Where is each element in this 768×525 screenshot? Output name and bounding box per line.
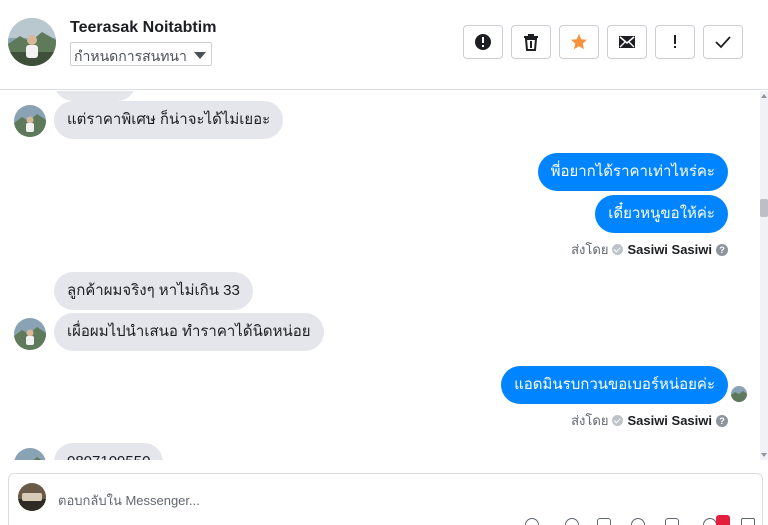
message-bubble-incoming[interactable]: แต่ราคาพิเศษ ก็น่าจะได้ไม่เยอะ xyxy=(54,101,284,139)
sent-by-agent[interactable]: Sasiwi Sasiwi xyxy=(627,242,712,257)
verified-check-icon xyxy=(612,415,624,426)
notification-icon[interactable] xyxy=(703,518,717,525)
caret-down-icon xyxy=(194,52,206,59)
message-bubble-partial xyxy=(54,91,136,101)
follow-up-button[interactable] xyxy=(655,25,695,59)
send-icon[interactable] xyxy=(741,518,755,525)
scroll-up-arrow-icon[interactable] xyxy=(761,94,767,98)
help-icon[interactable]: ? xyxy=(716,243,728,256)
mail-button[interactable] xyxy=(607,25,647,59)
help-icon[interactable]: ? xyxy=(716,414,728,427)
contact-avatar[interactable] xyxy=(8,18,56,66)
sent-by-label: ส่งโดย Sasiwi Sasiwi ? xyxy=(571,239,728,260)
seen-avatar xyxy=(731,386,747,402)
verified-check-icon xyxy=(612,244,624,255)
scroll-thumb[interactable] xyxy=(760,199,768,217)
star-icon xyxy=(571,34,587,50)
sent-by-agent[interactable]: Sasiwi Sasiwi xyxy=(627,413,712,428)
image-icon[interactable] xyxy=(597,518,611,525)
contact-avatar-small xyxy=(14,105,46,137)
saved-reply-icon[interactable] xyxy=(665,518,679,525)
reply-composer[interactable]: ตอบกลับใน Messenger... xyxy=(8,473,763,525)
trash-icon xyxy=(524,34,538,51)
conversation-header: Teerasak Noitabtim กำหนดการสนทนา xyxy=(0,0,768,90)
message-bubble-incoming[interactable]: 0807109550 xyxy=(54,443,164,460)
contact-avatar-small xyxy=(14,448,46,460)
checkmark-icon xyxy=(715,36,731,49)
done-button[interactable] xyxy=(703,25,743,59)
alert-circle-icon xyxy=(475,34,491,50)
exclamation-icon xyxy=(674,35,676,48)
message-bubble-incoming[interactable]: เผื่อผมไปนำเสนอ ทำราคาได้นิดหน่อย xyxy=(54,313,324,351)
contact-avatar-small xyxy=(14,318,46,350)
attach-icon[interactable] xyxy=(525,518,539,525)
conversation-label-select[interactable]: กำหนดการสนทนา xyxy=(70,42,212,66)
message-thread: แต่ราคาพิเศษ ก็น่าจะได้ไม่เยอะ พี่อยากได… xyxy=(0,91,760,460)
message-bubble-outgoing[interactable]: เดี๋ยวหนูขอให้ค่ะ xyxy=(595,195,728,233)
thread-scrollbar[interactable] xyxy=(760,91,768,460)
contact-name[interactable]: Teerasak Noitabtim xyxy=(70,19,216,37)
message-bubble-outgoing[interactable]: พี่อยากได้ราคาเท่าไหร่คะ xyxy=(537,153,728,191)
report-button[interactable] xyxy=(463,25,503,59)
composer-toolbar xyxy=(517,515,757,525)
delete-button[interactable] xyxy=(511,25,551,59)
emoji-icon[interactable] xyxy=(565,518,579,525)
envelope-icon xyxy=(619,36,635,48)
scroll-down-arrow-icon[interactable] xyxy=(761,453,767,457)
page-avatar xyxy=(18,483,46,511)
sent-by-prefix: ส่งโดย xyxy=(571,242,609,257)
message-bubble-outgoing[interactable]: แอดมินรบกวนขอเบอร์หน่อยค่ะ xyxy=(501,366,728,404)
sent-by-label: ส่งโดย Sasiwi Sasiwi ? xyxy=(571,410,728,431)
reply-input-placeholder[interactable]: ตอบกลับใน Messenger... xyxy=(58,490,200,511)
label-select-value: กำหนดการสนทนา xyxy=(74,48,187,64)
star-button[interactable] xyxy=(559,25,599,59)
clock-icon[interactable] xyxy=(631,518,645,525)
notification-dot-icon xyxy=(716,515,730,525)
message-bubble-incoming[interactable]: ลูกค้าผมจริงๆ หาไม่เกิน 33 xyxy=(54,272,253,310)
sent-by-prefix: ส่งโดย xyxy=(571,413,609,428)
